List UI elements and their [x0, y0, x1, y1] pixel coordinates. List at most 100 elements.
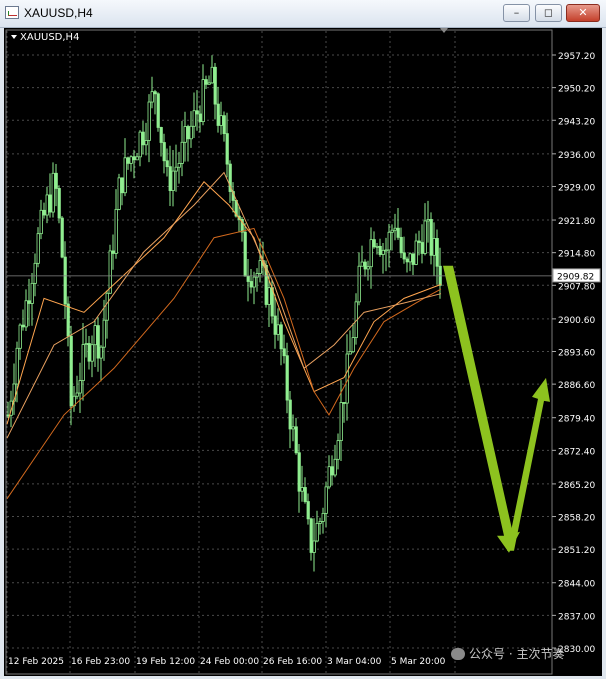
candle-body	[339, 402, 343, 442]
price-label: 2837.00	[558, 612, 595, 622]
candle-body	[168, 166, 172, 191]
candle-body	[132, 156, 136, 161]
candle-body	[174, 166, 178, 172]
candle-body	[126, 157, 130, 164]
watermark-text: 公众号 · 主次节奏	[469, 647, 565, 661]
candle-body	[351, 337, 355, 353]
candle-body	[216, 103, 220, 126]
candle-body	[42, 209, 46, 216]
price-label: 2929.00	[558, 183, 595, 193]
candle-body	[18, 324, 22, 349]
candle-body	[111, 250, 115, 254]
candle-body	[321, 513, 325, 522]
date-label: 19 Feb 12:00	[136, 657, 195, 667]
candle-body	[177, 163, 181, 168]
chart-window-icon	[5, 6, 19, 19]
candle-body	[84, 343, 88, 345]
candle-body	[285, 355, 289, 401]
candle-body	[273, 315, 277, 335]
candle-body	[180, 141, 184, 164]
candle-body	[75, 392, 79, 397]
price-label: 2872.40	[558, 447, 595, 457]
candle-body	[225, 133, 229, 165]
candle-body	[276, 324, 280, 335]
maximize-button[interactable]: ◻	[535, 4, 562, 22]
candle-body	[357, 265, 361, 303]
symbol-triangle-icon	[11, 35, 17, 39]
candle-body	[153, 91, 157, 95]
candle-body	[288, 399, 292, 430]
price-label: 2957.20	[558, 52, 595, 62]
title-bar[interactable]: XAUUSD,H4 – ◻ ✕	[0, 0, 606, 28]
price-label: 2936.00	[558, 151, 595, 161]
candle-body	[282, 348, 286, 357]
candle-body	[39, 209, 43, 235]
candle-body	[375, 245, 379, 248]
candle-body	[246, 275, 250, 282]
candle-body	[36, 233, 40, 264]
candle-body	[267, 287, 271, 305]
candle-body	[195, 110, 199, 115]
candle-body	[258, 260, 262, 274]
candle-body	[210, 66, 214, 84]
candle-body	[69, 335, 73, 407]
candle-body	[102, 319, 106, 348]
price-label: 2844.00	[558, 580, 595, 590]
candle-body	[420, 242, 424, 254]
current-price-label: 2909.82	[557, 272, 594, 282]
candle-body	[435, 238, 439, 267]
price-label: 2900.60	[558, 316, 595, 326]
candle-body	[105, 292, 109, 321]
candle-body	[324, 486, 328, 514]
date-label: 3 Mar 04:00	[327, 657, 382, 667]
candle-body	[63, 256, 67, 305]
candle-body	[117, 177, 121, 210]
price-label: 2893.60	[558, 349, 595, 359]
candle-body	[135, 156, 139, 161]
candle-body	[243, 231, 247, 277]
candle-body	[366, 266, 370, 270]
candle-body	[417, 240, 421, 243]
candle-body	[411, 253, 415, 265]
candle-body	[57, 188, 61, 219]
price-chart[interactable]: 2957.20 2950.20 2943.20 2936.00 2929.00 2921.…	[4, 28, 602, 676]
candle-body	[15, 347, 19, 385]
candle-body	[51, 172, 55, 213]
candle-body	[378, 245, 382, 255]
candle-body	[348, 351, 352, 355]
chart-canvas[interactable]: 2957.20 2950.20 2943.20 2936.00 2929.00 2921.…	[4, 28, 602, 676]
candle-body	[129, 156, 133, 164]
candle-body	[336, 440, 340, 460]
candle-body	[303, 487, 307, 502]
candle-body	[294, 426, 298, 454]
candle-body	[315, 522, 319, 542]
candle-body	[333, 458, 337, 476]
candle-body	[342, 402, 346, 404]
price-label: 2879.40	[558, 415, 595, 425]
candle-body	[429, 219, 433, 256]
candle-body	[60, 217, 64, 258]
watermark: 公众号 · 主次节奏	[451, 645, 564, 662]
up-projection-arrow	[507, 377, 550, 551]
candle-body	[387, 231, 391, 251]
candle-body	[165, 160, 169, 168]
candle-body	[99, 346, 103, 359]
candle-body	[252, 276, 256, 288]
candle-body	[207, 82, 211, 85]
candle-body	[171, 170, 175, 191]
candle-body	[78, 380, 82, 394]
close-button[interactable]: ✕	[566, 4, 600, 22]
price-label: 2907.80	[558, 282, 595, 292]
candle-body	[33, 262, 37, 284]
date-label: 24 Feb 00:00	[200, 657, 259, 667]
candle-body	[327, 466, 331, 488]
candle-body	[183, 126, 187, 143]
candle-body	[123, 157, 127, 194]
candle-body	[390, 229, 394, 233]
candle-body	[90, 344, 94, 362]
date-label: 5 Mar 20:00	[391, 657, 446, 667]
price-label: 2865.20	[558, 481, 595, 491]
candle-body	[159, 127, 163, 143]
minimize-button[interactable]: –	[503, 4, 530, 22]
candle-body	[45, 194, 49, 216]
